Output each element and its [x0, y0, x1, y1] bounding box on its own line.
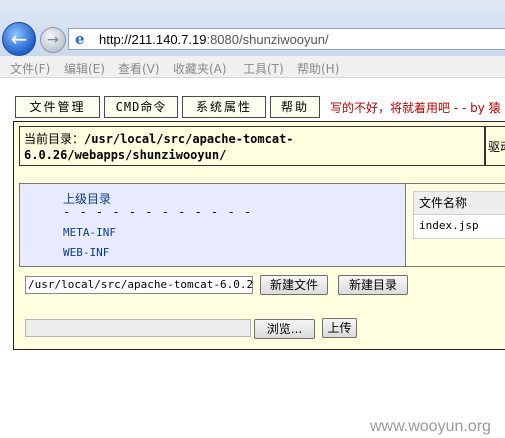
new-dir-button[interactable]: 新建目录	[338, 275, 408, 295]
new-file-button[interactable]: 新建文件	[260, 275, 328, 295]
parent-separator: - - - - - - - - - - - -	[63, 205, 253, 219]
ie-page-icon: e	[75, 30, 85, 48]
slogan-text: 写的不好，将就着用吧 - - by 猿	[330, 101, 501, 115]
dir-link-meta-inf[interactable]: META-INF	[63, 226, 116, 239]
current-path: 当前目录：/usr/local/src/apache-tomcat-6.0.26…	[24, 131, 484, 163]
menu-tools[interactable]: 工具(T)	[243, 60, 284, 77]
menu-bar: 文件(F) 编辑(E) 查看(V) 收藏夹(A) 工具(T) 帮助(H)	[0, 56, 505, 78]
help-button[interactable]: 帮助	[270, 96, 320, 118]
new-path-input[interactable]: /usr/local/src/apache-tomcat-6.0.26/w	[25, 276, 253, 294]
upload-button[interactable]: 上传	[322, 318, 357, 338]
drive-box: 驱动	[485, 126, 505, 166]
file-name-header: 文件名称	[413, 191, 505, 215]
url-text[interactable]: http://211.140.7.19:8080/shunziwooyun/	[99, 32, 329, 47]
drive-label: 驱动	[488, 140, 505, 154]
system-props-button[interactable]: 系统属性	[182, 96, 266, 118]
file-list: 文件名称 index.jsp	[405, 183, 505, 267]
menu-edit[interactable]: 编辑(E)	[64, 60, 105, 77]
browser-toolbar: ← → e http://211.140.7.19:8080/shunziwoo…	[0, 0, 505, 56]
menu-view[interactable]: 查看(V)	[118, 60, 160, 77]
watermark-text: www.wooyun.org	[370, 418, 491, 435]
browse-button[interactable]: 浏览...	[254, 319, 315, 339]
upload-file-input[interactable]	[25, 319, 251, 337]
cmd-button[interactable]: CMD命令	[104, 96, 178, 118]
file-manage-button[interactable]: 文件管理	[15, 96, 100, 118]
back-arrow-icon[interactable]: ←	[2, 22, 36, 56]
current-path-box: 当前目录：/usr/local/src/apache-tomcat-6.0.26…	[19, 126, 485, 166]
menu-help[interactable]: 帮助(H)	[297, 60, 339, 77]
current-path-label: 当前目录：	[24, 132, 85, 146]
menu-file[interactable]: 文件(F)	[10, 60, 50, 77]
file-link-index-jsp[interactable]: index.jsp	[413, 215, 505, 239]
forward-arrow-icon[interactable]: →	[40, 27, 66, 53]
directory-list: 上级目录 - - - - - - - - - - - - META-INF WE…	[19, 183, 405, 267]
dir-link-web-inf[interactable]: WEB-INF	[63, 246, 109, 259]
menu-favorites[interactable]: 收藏夹(A)	[173, 60, 227, 77]
address-bar[interactable]: e http://211.140.7.19:8080/shunziwooyun/	[68, 28, 505, 50]
